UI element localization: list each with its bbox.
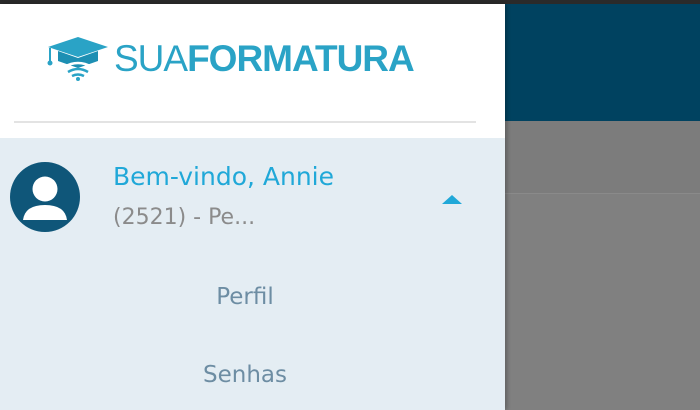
navigation-drawer: SUAFORMATURA Bem-vindo, Annie (2521) - P…	[0, 4, 505, 410]
user-panel: Bem-vindo, Annie (2521) - Pe... Perfil S…	[0, 138, 505, 410]
account-label: (2521) - Pe...	[113, 205, 256, 230]
caret-up-icon[interactable]	[442, 195, 462, 204]
brand-logo: SUAFORMATURA	[44, 34, 415, 82]
user-avatar-icon	[10, 162, 80, 232]
brand-word-formatura: FORMATURA	[187, 37, 415, 79]
welcome-text: Bem-vindo, Annie	[113, 162, 334, 191]
menu-item-perfil[interactable]: Perfil	[0, 284, 490, 310]
menu-item-senhas[interactable]: Senhas	[0, 362, 490, 388]
graduation-cap-wifi-icon	[47, 37, 108, 81]
drawer-divider	[14, 121, 476, 123]
brand-name: SUAFORMATURA	[114, 37, 415, 79]
app-header-background	[505, 4, 700, 121]
brand-word-sua: SUA	[114, 37, 188, 79]
app-content-strip	[505, 121, 700, 194]
